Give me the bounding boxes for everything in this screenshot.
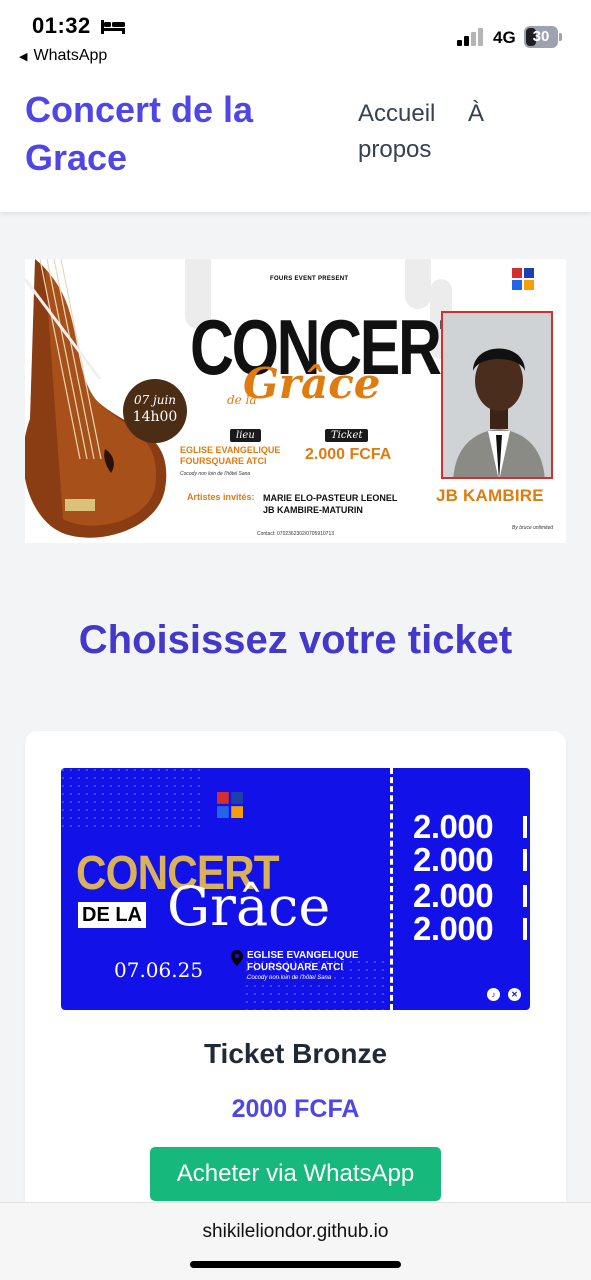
back-app-label: WhatsApp (33, 47, 108, 64)
poster-credit: By bruce unlimited (512, 525, 554, 531)
poster-presenter: FOURS EVENT PRESENT (270, 276, 349, 282)
status-time: 01:32 (32, 13, 91, 38)
ticket-date: 07.06.25 (114, 958, 204, 982)
back-to-app-link[interactable]: ◀ WhatsApp (19, 47, 107, 65)
nav-link-about[interactable]: À propos (358, 96, 498, 168)
site-header: Concert de la Grace Accueil À propos (0, 76, 591, 212)
artist-portrait (441, 311, 553, 479)
ticket-perforation (390, 768, 393, 1010)
ticket-image: CONCERT DE LA Grâce 07.06.25 EGLISE EVAN… (61, 768, 530, 1010)
poster-contact: Contact: 0702362302/0705910713 (257, 531, 335, 537)
church-logo-icon (512, 268, 534, 290)
poster-title-script: Grâce (243, 359, 381, 408)
status-bar: 01:32 ◀ WhatsApp 4G 30 (0, 0, 591, 76)
poster-artists-label: Artistes invités: (187, 492, 255, 502)
ticket-title-dela: DE LA (78, 902, 146, 928)
battery-level: 30 (532, 28, 550, 45)
ticket-card: CONCERT DE LA Grâce 07.06.25 EGLISE EVAN… (25, 731, 566, 1251)
signal-icon (457, 28, 483, 46)
church-logo-icon (217, 792, 243, 818)
ticket-stub-price: 2.000 (413, 841, 494, 878)
poster-date-badge: 07 juin 14h00 (123, 379, 187, 443)
ticket-venue-detail: Cocody non loin de l'hôtel Sana (247, 975, 332, 981)
poster-artist-name: JB KAMBIRE (436, 486, 544, 505)
poster-venue-detail: Cocody non loin de l'hôtel Sana (180, 471, 251, 477)
browser-url-bar[interactable]: shikileliondor.github.io (0, 1202, 591, 1280)
ticket-stub-price: 2.000 (413, 910, 494, 947)
choose-ticket-heading: Choisissez votre ticket (78, 618, 513, 662)
network-type: 4G (493, 28, 516, 47)
x-icon: ✕ (508, 988, 521, 1001)
ticket-stub-price: 2.000 (413, 877, 494, 914)
ticket-title-script: Grâce (167, 875, 331, 938)
location-pin-icon (231, 950, 243, 966)
ticket-price: 2000 FCFA (231, 1095, 360, 1123)
battery-icon: 30 (524, 26, 562, 48)
ticket-name: Ticket Bronze (203, 1038, 388, 1069)
buy-via-whatsapp-button[interactable]: Acheter via WhatsApp (150, 1147, 441, 1201)
poster-artists: MARIE ELO-PASTEUR LEONEL JB KAMBIRE-MATU… (263, 493, 398, 515)
site-brand-link[interactable]: Concert de la Grace (25, 86, 315, 182)
poster-venue-label: lieu (230, 429, 261, 442)
sleep-focus-icon (101, 20, 125, 34)
tiktok-icon: ♪ (487, 988, 500, 1001)
ticket-venue: EGLISE EVANGELIQUE FOURSQUARE ATCI (247, 950, 359, 973)
back-arrow-icon: ◀ (19, 50, 28, 63)
poster-ticket-label: Ticket (325, 429, 369, 442)
poster-venue: EGLISE EVANGELIQUE FOURSQUARE ATCI (180, 445, 281, 466)
concert-poster-banner: 07 juin 14h00 FOURS EVENT PRESENT CONCER… (25, 259, 566, 543)
ticket-stub-price: 2.000 (413, 808, 494, 845)
poster-ticket-price: 2.000 FCFA (305, 446, 392, 463)
home-indicator[interactable] (190, 1261, 401, 1268)
url-text[interactable]: shikileliondor.github.io (0, 1221, 591, 1243)
